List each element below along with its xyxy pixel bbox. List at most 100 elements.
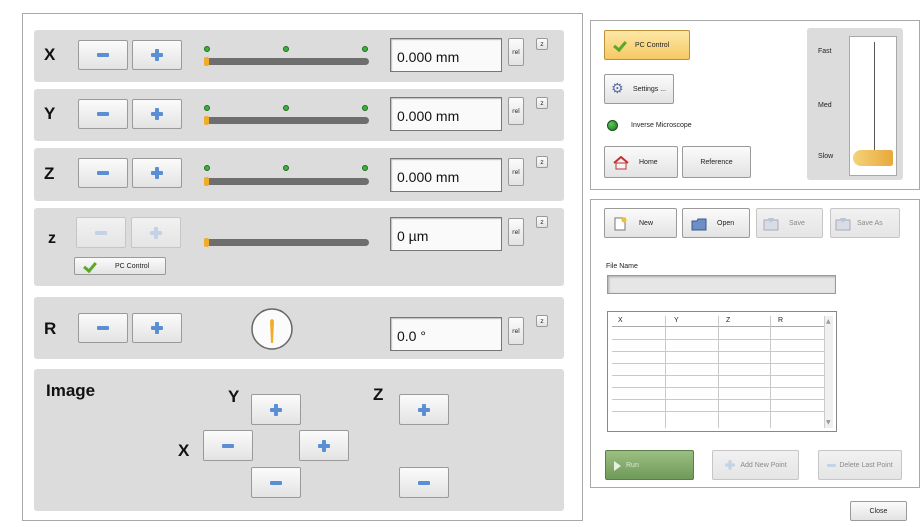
r-zero-button[interactable]: z: [536, 315, 548, 327]
speed-slider-thumb[interactable]: [853, 150, 893, 166]
x-minus-button[interactable]: [78, 40, 128, 70]
slider-tick-dot: [362, 105, 368, 111]
scroll-down-icon[interactable]: ▼: [826, 419, 831, 426]
fine-z-minus-button[interactable]: [76, 217, 126, 248]
slider-tick-dot: [362, 165, 368, 171]
button-label: PC Control: [115, 262, 150, 270]
plus-icon: [270, 403, 282, 416]
inverse-microscope-indicator: [607, 120, 618, 131]
grid-line: [612, 399, 824, 400]
fine-z-plus-button[interactable]: [131, 217, 181, 248]
button-label: Close: [869, 507, 888, 515]
x-position-field[interactable]: 0.000 mm: [390, 38, 502, 72]
image-y-minus-button[interactable]: [251, 467, 301, 498]
delete-last-point-button[interactable]: Delete Last Point: [818, 450, 902, 480]
checkmark-icon: [613, 38, 629, 52]
z-minus-button[interactable]: [78, 158, 128, 188]
plus-icon: [151, 167, 163, 179]
grid-line: [612, 363, 824, 364]
r-position-field[interactable]: 0.0 °: [390, 317, 502, 351]
x-zero-button[interactable]: z: [536, 38, 548, 50]
column-header-y: Y: [674, 317, 679, 324]
gear-icon: ⚙: [611, 81, 624, 97]
button-label: Open: [717, 219, 735, 227]
slider-thumb[interactable]: [204, 57, 209, 66]
z-rel-button[interactable]: rel: [508, 158, 524, 186]
scroll-up-icon[interactable]: ▲: [826, 318, 831, 325]
plus-icon: [151, 322, 163, 334]
r-minus-button[interactable]: [78, 313, 128, 343]
home-icon: [613, 155, 629, 170]
x-speed-slider[interactable]: [204, 58, 369, 65]
button-label: Reference: [700, 158, 733, 166]
speed-med-label: Med: [818, 102, 832, 109]
z-speed-slider[interactable]: [204, 178, 369, 185]
minus-icon: [97, 53, 109, 57]
save-button[interactable]: Save: [756, 208, 823, 238]
slider-thumb[interactable]: [204, 177, 209, 186]
r-plus-button[interactable]: [132, 313, 182, 343]
pc-control-toggle[interactable]: PC Control: [604, 30, 690, 60]
x-rel-button[interactable]: rel: [508, 38, 524, 66]
home-button[interactable]: Home: [604, 146, 678, 178]
y-speed-slider[interactable]: [204, 117, 369, 124]
save-as-button[interactable]: Save As: [830, 208, 900, 238]
settings-button[interactable]: ⚙ Settings ...: [604, 74, 674, 104]
image-z-minus-button[interactable]: [399, 467, 449, 498]
table-scrollbar[interactable]: ▲ ▼: [824, 316, 833, 428]
points-table[interactable]: X Y Z R ▲ ▼: [607, 311, 837, 432]
y-rel-button[interactable]: rel: [508, 97, 524, 125]
image-x-minus-button[interactable]: [203, 430, 253, 461]
z-position-field[interactable]: 0.000 mm: [390, 158, 502, 192]
button-label: Run: [626, 461, 639, 469]
image-z-plus-button[interactable]: [399, 394, 449, 425]
run-button[interactable]: Run: [605, 450, 694, 480]
open-button[interactable]: Open: [682, 208, 750, 238]
inverse-microscope-label: Inverse Microscope: [631, 122, 692, 129]
fine-z-position-field[interactable]: 0 µm: [390, 217, 502, 251]
close-button[interactable]: Close: [850, 501, 907, 521]
minus-icon: [418, 480, 430, 485]
z-plus-button[interactable]: [132, 158, 182, 188]
y-position-field[interactable]: 0.000 mm: [390, 97, 502, 131]
z-zero-button[interactable]: z: [536, 156, 548, 168]
slider-thumb[interactable]: [204, 116, 209, 125]
y-plus-button[interactable]: [132, 99, 182, 129]
slider-tick-dot: [283, 105, 289, 111]
new-file-icon: [613, 216, 629, 231]
slider-thumb[interactable]: [204, 238, 209, 247]
minus-icon: [95, 230, 107, 235]
checkmark-icon: [83, 259, 99, 273]
image-x-plus-button[interactable]: [299, 430, 349, 461]
slider-tick-dot: [283, 165, 289, 171]
r-rel-button[interactable]: rel: [508, 317, 524, 345]
r-axis-panel: R 0.0 ° rel z: [34, 297, 564, 359]
z-axis-panel: Z 0.000 mm rel z: [34, 148, 564, 201]
column-header-x: X: [618, 317, 623, 324]
open-folder-icon: [691, 216, 707, 231]
axis-label: z: [48, 230, 56, 247]
rotation-dial[interactable]: [250, 307, 294, 351]
fine-z-slider[interactable]: [204, 239, 369, 246]
x-plus-button[interactable]: [132, 40, 182, 70]
axis-label: Y: [44, 104, 56, 123]
minus-icon: [827, 463, 837, 467]
slider-tick-dot: [283, 46, 289, 52]
add-new-point-button[interactable]: Add New Point: [712, 450, 799, 480]
y-zero-button[interactable]: z: [536, 97, 548, 109]
fine-z-rel-button[interactable]: rel: [508, 218, 524, 246]
play-icon: [614, 461, 621, 471]
file-name-field[interactable]: [607, 275, 836, 294]
reference-button[interactable]: Reference: [682, 146, 751, 178]
slider-tick-dot: [362, 46, 368, 52]
grid-line: [612, 387, 824, 388]
y-minus-button[interactable]: [78, 99, 128, 129]
image-x-label: X: [178, 441, 190, 460]
minus-icon: [270, 480, 282, 485]
new-button[interactable]: New: [604, 208, 677, 238]
image-z-label: Z: [373, 385, 384, 404]
fine-z-pc-control-button[interactable]: PC Control: [74, 257, 166, 275]
image-y-plus-button[interactable]: [251, 394, 301, 425]
fine-z-zero-button[interactable]: z: [536, 216, 548, 228]
axis-label: Z: [44, 164, 55, 183]
